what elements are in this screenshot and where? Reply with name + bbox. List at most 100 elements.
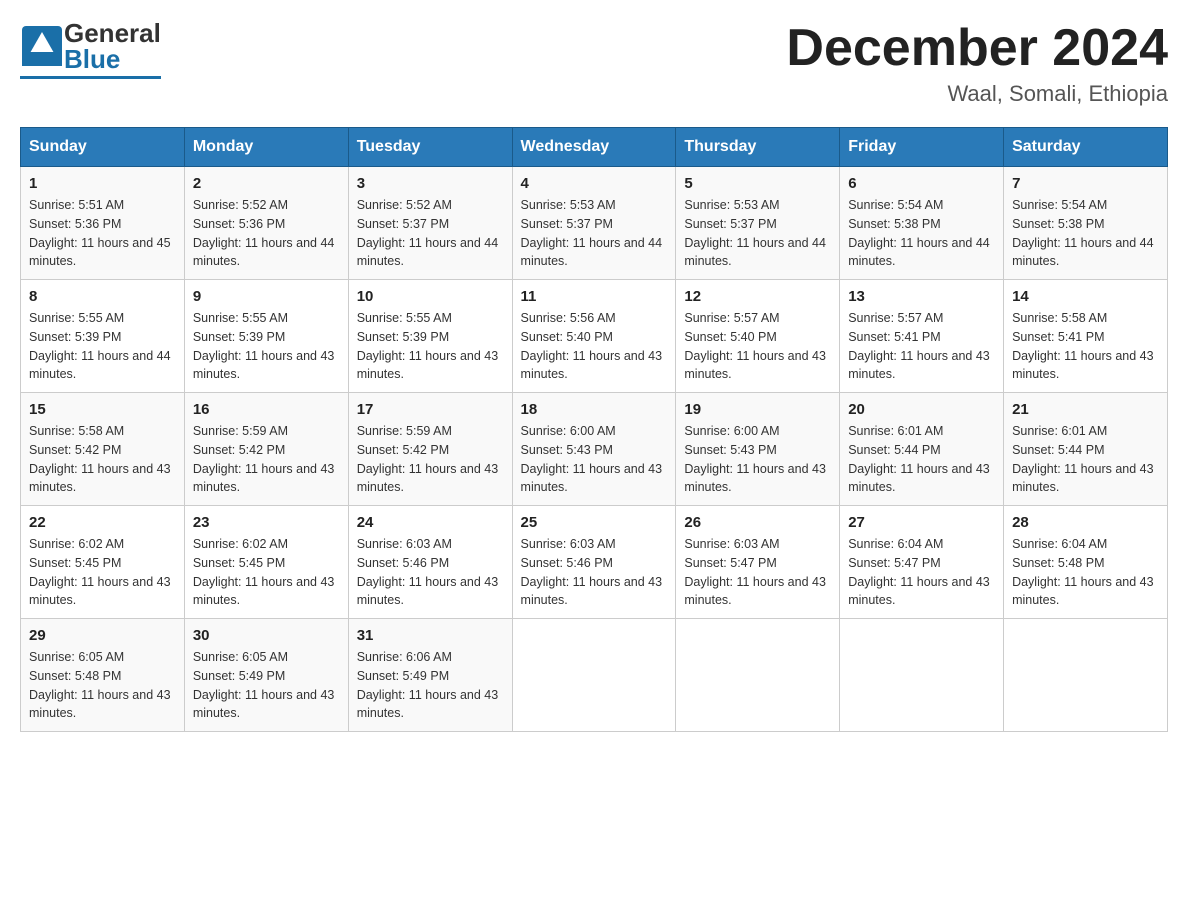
day-info: Sunrise: 5:51 AMSunset: 5:36 PMDaylight:… [29,198,171,268]
calendar-cell: 28 Sunrise: 6:04 AMSunset: 5:48 PMDaylig… [1004,506,1168,619]
logo-general-text: General [64,20,161,46]
calendar-week-row: 29 Sunrise: 6:05 AMSunset: 5:48 PMDaylig… [21,619,1168,732]
page-header: General Blue December 2024 Waal, Somali,… [20,20,1168,107]
calendar-cell: 3 Sunrise: 5:52 AMSunset: 5:37 PMDayligh… [348,167,512,280]
day-number: 25 [521,514,668,531]
day-info: Sunrise: 5:56 AMSunset: 5:40 PMDaylight:… [521,311,663,381]
day-info: Sunrise: 5:58 AMSunset: 5:42 PMDaylight:… [29,424,171,494]
day-info: Sunrise: 5:55 AMSunset: 5:39 PMDaylight:… [193,311,335,381]
day-number: 1 [29,175,176,192]
day-info: Sunrise: 5:55 AMSunset: 5:39 PMDaylight:… [357,311,499,381]
day-info: Sunrise: 6:01 AMSunset: 5:44 PMDaylight:… [1012,424,1154,494]
day-info: Sunrise: 5:59 AMSunset: 5:42 PMDaylight:… [193,424,335,494]
day-number: 26 [684,514,831,531]
day-info: Sunrise: 6:02 AMSunset: 5:45 PMDaylight:… [193,537,335,607]
day-number: 2 [193,175,340,192]
calendar-cell: 6 Sunrise: 5:54 AMSunset: 5:38 PMDayligh… [840,167,1004,280]
day-info: Sunrise: 5:55 AMSunset: 5:39 PMDaylight:… [29,311,171,381]
day-number: 3 [357,175,504,192]
day-number: 21 [1012,401,1159,418]
calendar-table: Sunday Monday Tuesday Wednesday Thursday… [20,127,1168,732]
day-info: Sunrise: 6:03 AMSunset: 5:46 PMDaylight:… [521,537,663,607]
calendar-cell: 12 Sunrise: 5:57 AMSunset: 5:40 PMDaylig… [676,280,840,393]
calendar-cell [676,619,840,732]
day-info: Sunrise: 5:52 AMSunset: 5:37 PMDaylight:… [357,198,499,268]
day-info: Sunrise: 6:00 AMSunset: 5:43 PMDaylight:… [521,424,663,494]
day-number: 7 [1012,175,1159,192]
calendar-cell: 27 Sunrise: 6:04 AMSunset: 5:47 PMDaylig… [840,506,1004,619]
calendar-cell: 1 Sunrise: 5:51 AMSunset: 5:36 PMDayligh… [21,167,185,280]
logo-icon [20,24,64,68]
calendar-cell: 7 Sunrise: 5:54 AMSunset: 5:38 PMDayligh… [1004,167,1168,280]
location-title: Waal, Somali, Ethiopia [786,81,1168,107]
calendar-cell: 24 Sunrise: 6:03 AMSunset: 5:46 PMDaylig… [348,506,512,619]
calendar-cell: 15 Sunrise: 5:58 AMSunset: 5:42 PMDaylig… [21,393,185,506]
calendar-header: Sunday Monday Tuesday Wednesday Thursday… [21,128,1168,167]
calendar-week-row: 1 Sunrise: 5:51 AMSunset: 5:36 PMDayligh… [21,167,1168,280]
day-number: 4 [521,175,668,192]
day-info: Sunrise: 6:00 AMSunset: 5:43 PMDaylight:… [684,424,826,494]
day-number: 23 [193,514,340,531]
day-info: Sunrise: 6:03 AMSunset: 5:47 PMDaylight:… [684,537,826,607]
day-number: 14 [1012,288,1159,305]
day-info: Sunrise: 5:59 AMSunset: 5:42 PMDaylight:… [357,424,499,494]
day-number: 10 [357,288,504,305]
day-info: Sunrise: 5:53 AMSunset: 5:37 PMDaylight:… [521,198,663,268]
calendar-cell [1004,619,1168,732]
day-info: Sunrise: 5:54 AMSunset: 5:38 PMDaylight:… [848,198,990,268]
day-number: 11 [521,288,668,305]
col-sunday: Sunday [21,128,185,167]
calendar-cell: 10 Sunrise: 5:55 AMSunset: 5:39 PMDaylig… [348,280,512,393]
calendar-cell: 11 Sunrise: 5:56 AMSunset: 5:40 PMDaylig… [512,280,676,393]
month-title: December 2024 [786,20,1168,77]
day-info: Sunrise: 5:57 AMSunset: 5:41 PMDaylight:… [848,311,990,381]
calendar-cell: 26 Sunrise: 6:03 AMSunset: 5:47 PMDaylig… [676,506,840,619]
day-number: 22 [29,514,176,531]
day-info: Sunrise: 5:52 AMSunset: 5:36 PMDaylight:… [193,198,335,268]
calendar-cell: 5 Sunrise: 5:53 AMSunset: 5:37 PMDayligh… [676,167,840,280]
calendar-cell: 16 Sunrise: 5:59 AMSunset: 5:42 PMDaylig… [184,393,348,506]
day-number: 28 [1012,514,1159,531]
day-info: Sunrise: 5:53 AMSunset: 5:37 PMDaylight:… [684,198,826,268]
day-number: 8 [29,288,176,305]
day-info: Sunrise: 6:03 AMSunset: 5:46 PMDaylight:… [357,537,499,607]
logo-blue-text: Blue [64,46,161,72]
calendar-cell: 13 Sunrise: 5:57 AMSunset: 5:41 PMDaylig… [840,280,1004,393]
day-info: Sunrise: 5:54 AMSunset: 5:38 PMDaylight:… [1012,198,1154,268]
day-number: 13 [848,288,995,305]
day-number: 18 [521,401,668,418]
calendar-cell: 22 Sunrise: 6:02 AMSunset: 5:45 PMDaylig… [21,506,185,619]
day-number: 31 [357,627,504,644]
calendar-cell [512,619,676,732]
day-info: Sunrise: 5:57 AMSunset: 5:40 PMDaylight:… [684,311,826,381]
col-saturday: Saturday [1004,128,1168,167]
calendar-cell: 20 Sunrise: 6:01 AMSunset: 5:44 PMDaylig… [840,393,1004,506]
logo: General Blue [20,20,161,79]
calendar-week-row: 8 Sunrise: 5:55 AMSunset: 5:39 PMDayligh… [21,280,1168,393]
col-monday: Monday [184,128,348,167]
day-number: 20 [848,401,995,418]
day-number: 24 [357,514,504,531]
calendar-cell: 8 Sunrise: 5:55 AMSunset: 5:39 PMDayligh… [21,280,185,393]
col-friday: Friday [840,128,1004,167]
title-area: December 2024 Waal, Somali, Ethiopia [786,20,1168,107]
calendar-cell: 23 Sunrise: 6:02 AMSunset: 5:45 PMDaylig… [184,506,348,619]
calendar-week-row: 15 Sunrise: 5:58 AMSunset: 5:42 PMDaylig… [21,393,1168,506]
day-number: 27 [848,514,995,531]
calendar-cell: 18 Sunrise: 6:00 AMSunset: 5:43 PMDaylig… [512,393,676,506]
day-info: Sunrise: 6:05 AMSunset: 5:49 PMDaylight:… [193,650,335,720]
day-number: 9 [193,288,340,305]
day-number: 16 [193,401,340,418]
header-row: Sunday Monday Tuesday Wednesday Thursday… [21,128,1168,167]
col-wednesday: Wednesday [512,128,676,167]
day-info: Sunrise: 6:04 AMSunset: 5:47 PMDaylight:… [848,537,990,607]
day-number: 15 [29,401,176,418]
day-info: Sunrise: 5:58 AMSunset: 5:41 PMDaylight:… [1012,311,1154,381]
day-number: 12 [684,288,831,305]
calendar-cell: 14 Sunrise: 5:58 AMSunset: 5:41 PMDaylig… [1004,280,1168,393]
calendar-cell: 31 Sunrise: 6:06 AMSunset: 5:49 PMDaylig… [348,619,512,732]
day-info: Sunrise: 6:01 AMSunset: 5:44 PMDaylight:… [848,424,990,494]
day-number: 19 [684,401,831,418]
calendar-cell: 21 Sunrise: 6:01 AMSunset: 5:44 PMDaylig… [1004,393,1168,506]
calendar-cell: 30 Sunrise: 6:05 AMSunset: 5:49 PMDaylig… [184,619,348,732]
